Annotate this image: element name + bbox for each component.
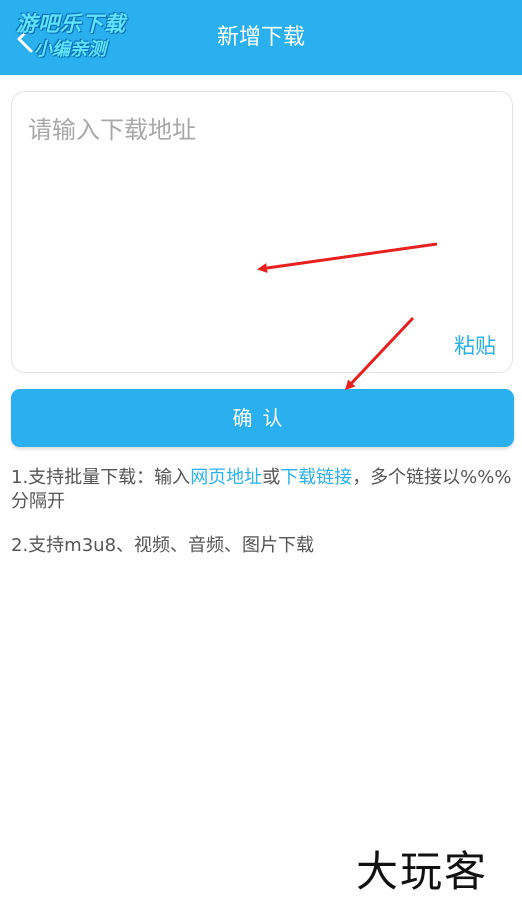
watermark-line1: 游吧乐下载 — [16, 12, 126, 36]
tip1-link-download[interactable]: 下载链接 — [280, 467, 352, 488]
tip-formats: 2.支持m3u8、视频、音频、图片下载 — [11, 535, 315, 556]
tip1-mid: 或 — [262, 467, 281, 488]
watermark-logo: 游吧乐下载 小编亲测 — [16, 10, 146, 66]
download-url-input[interactable] — [12, 92, 512, 322]
tip-batch-download: 1.支持批量下载：输入网页地址或下载链接，多个链接以%%%分隔开 — [11, 466, 516, 514]
tip1-link-webpage[interactable]: 网页地址 — [190, 467, 262, 488]
app-header: 新增下载 游吧乐下载 小编亲测 — [0, 0, 522, 75]
tip1-prefix: 1.支持批量下载：输入 — [11, 467, 191, 488]
watermark-line2: 小编亲测 — [34, 39, 106, 60]
url-input-card: 粘贴 — [11, 91, 513, 373]
paste-button[interactable]: 粘贴 — [454, 330, 496, 360]
confirm-button[interactable]: 确认 — [11, 389, 514, 447]
bottom-watermark-logo: 大玩客 — [356, 847, 489, 896]
